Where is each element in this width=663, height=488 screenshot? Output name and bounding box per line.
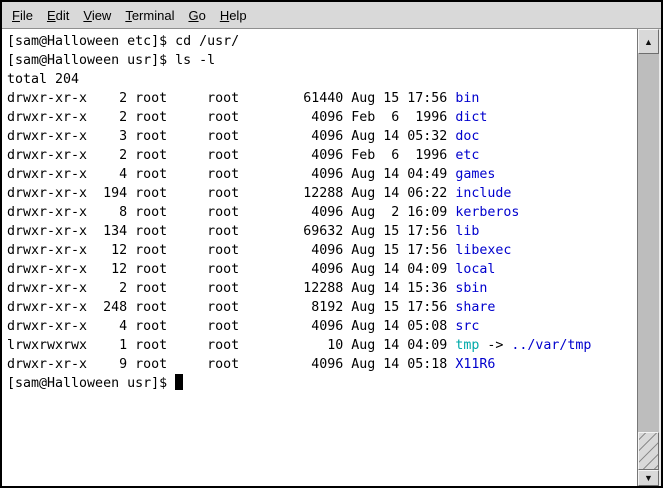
terminal-text: drwxr-xr-x 2 root root 12288 Aug 14 15:3… [7, 281, 455, 296]
file-name: local [455, 262, 495, 277]
terminal-text: [sam@Halloween usr]$ ls -l [7, 53, 215, 68]
down-arrow-icon: ▼ [644, 473, 653, 483]
menu-item-terminal[interactable]: Terminal [118, 4, 181, 27]
terminal-line: total 204 [7, 70, 637, 89]
menu-item-view[interactable]: View [76, 4, 118, 27]
scrollbar: ▲ ▼ [637, 29, 661, 486]
scrollbar-up-button[interactable]: ▲ [638, 29, 659, 54]
terminal-line: drwxr-xr-x 2 root root 12288 Aug 14 15:3… [7, 279, 637, 298]
terminal-line: drwxr-xr-x 4 root root 4096 Aug 14 05:08… [7, 317, 637, 336]
menu-item-go[interactable]: Go [181, 4, 212, 27]
menu-item-help[interactable]: Help [213, 4, 254, 27]
terminal-screen[interactable]: [sam@Halloween etc]$ cd /usr/ [sam@Hallow… [2, 29, 637, 486]
terminal-text: drwxr-xr-x 12 root root 4096 Aug 15 17:5… [7, 243, 455, 258]
terminal-text: lrwxrwxrwx 1 root root 10 Aug 14 04:09 [7, 338, 455, 353]
terminal-line: lrwxrwxrwx 1 root root 10 Aug 14 04:09 t… [7, 336, 637, 355]
terminal-text: -> [479, 338, 511, 353]
file-name: doc [455, 129, 479, 144]
terminal-text: drwxr-xr-x 2 root root 4096 Feb 6 1996 [7, 148, 455, 163]
terminal-text: [sam@Halloween etc]$ cd /usr/ [7, 34, 239, 49]
terminal-text: drwxr-xr-x 248 root root 8192 Aug 15 17:… [7, 300, 455, 315]
terminal-line: drwxr-xr-x 248 root root 8192 Aug 15 17:… [7, 298, 637, 317]
terminal-text: drwxr-xr-x 2 root root 4096 Feb 6 1996 [7, 110, 455, 125]
terminal-text: drwxr-xr-x 2 root root 61440 Aug 15 17:5… [7, 91, 455, 106]
file-name: dict [455, 110, 487, 125]
menu-item-edit[interactable]: Edit [40, 4, 76, 27]
terminal-line: drwxr-xr-x 4 root root 4096 Aug 14 04:49… [7, 165, 637, 184]
file-name: etc [455, 148, 479, 163]
terminal-line: drwxr-xr-x 194 root root 12288 Aug 14 06… [7, 184, 637, 203]
menu-bar: FileEditViewTerminalGoHelp [2, 2, 661, 29]
file-name: games [455, 167, 495, 182]
terminal-text: drwxr-xr-x 9 root root 4096 Aug 14 05:18 [7, 357, 455, 372]
terminal-text: [sam@Halloween usr]$ [7, 376, 175, 391]
terminal-line: drwxr-xr-x 3 root root 4096 Aug 14 05:32… [7, 127, 637, 146]
file-name: tmp [455, 338, 479, 353]
terminal-content: [sam@Halloween etc]$ cd /usr/ [sam@Hallow… [2, 29, 661, 486]
file-name: kerberos [455, 205, 519, 220]
file-name: src [455, 319, 479, 334]
terminal-text: drwxr-xr-x 8 root root 4096 Aug 2 16:09 [7, 205, 455, 220]
terminal-window: FileEditViewTerminalGoHelp [sam@Hallowee… [0, 0, 663, 488]
terminal-text: drwxr-xr-x 4 root root 4096 Aug 14 05:08 [7, 319, 455, 334]
up-arrow-icon: ▲ [644, 37, 653, 47]
terminal-line: [sam@Halloween etc]$ cd /usr/ [7, 32, 637, 51]
terminal-text: drwxr-xr-x 134 root root 69632 Aug 15 17… [7, 224, 455, 239]
terminal-line: drwxr-xr-x 2 root root 61440 Aug 15 17:5… [7, 89, 637, 108]
file-name: X11R6 [455, 357, 495, 372]
scrollbar-thumb[interactable] [638, 432, 659, 470]
terminal-line: [sam@Halloween usr]$ [7, 374, 637, 393]
terminal-line: drwxr-xr-x 12 root root 4096 Aug 15 17:5… [7, 241, 637, 260]
file-name: share [455, 300, 495, 315]
terminal-text: total 204 [7, 72, 79, 87]
terminal-text: drwxr-xr-x 194 root root 12288 Aug 14 06… [7, 186, 455, 201]
scrollbar-down-button[interactable]: ▼ [638, 470, 659, 486]
menu-item-file[interactable]: File [5, 4, 40, 27]
terminal-line: drwxr-xr-x 9 root root 4096 Aug 14 05:18… [7, 355, 637, 374]
terminal-line: [sam@Halloween usr]$ ls -l [7, 51, 637, 70]
terminal-line: drwxr-xr-x 2 root root 4096 Feb 6 1996 e… [7, 146, 637, 165]
file-name: bin [455, 91, 479, 106]
terminal-line: drwxr-xr-x 2 root root 4096 Feb 6 1996 d… [7, 108, 637, 127]
terminal-line: drwxr-xr-x 12 root root 4096 Aug 14 04:0… [7, 260, 637, 279]
terminal-line: drwxr-xr-x 8 root root 4096 Aug 2 16:09 … [7, 203, 637, 222]
file-name: libexec [455, 243, 511, 258]
file-name: ../var/tmp [511, 338, 591, 353]
terminal-text: drwxr-xr-x 4 root root 4096 Aug 14 04:49 [7, 167, 455, 182]
file-name: sbin [455, 281, 487, 296]
file-name: lib [455, 224, 479, 239]
scrollbar-trough[interactable] [638, 54, 659, 470]
file-name: include [455, 186, 511, 201]
terminal-cursor [175, 374, 183, 390]
terminal-line: drwxr-xr-x 134 root root 69632 Aug 15 17… [7, 222, 637, 241]
terminal-text: drwxr-xr-x 12 root root 4096 Aug 14 04:0… [7, 262, 455, 277]
terminal-text: drwxr-xr-x 3 root root 4096 Aug 14 05:32 [7, 129, 455, 144]
